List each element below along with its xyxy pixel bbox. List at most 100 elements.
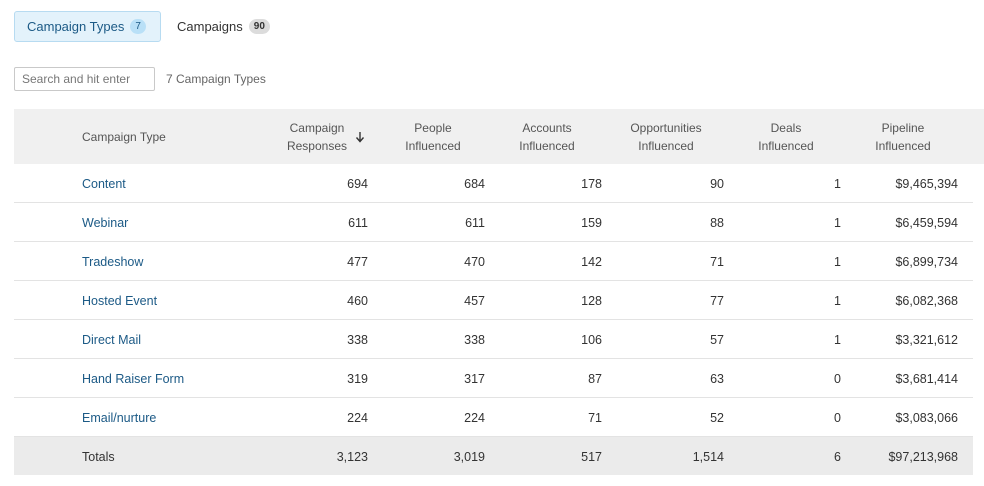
result-count: 7 Campaign Types <box>166 72 266 86</box>
cell-responses: 319 <box>347 371 368 386</box>
cell-accounts: 128 <box>581 293 602 308</box>
header-accounts-influenced[interactable]: Accounts Influenced <box>504 109 590 164</box>
header-people-influenced[interactable]: People Influenced <box>390 109 476 164</box>
cell-people: 470 <box>464 254 485 269</box>
cell-accounts: 142 <box>581 254 602 269</box>
cell-deals: 0 <box>834 371 841 386</box>
table-header: Campaign Type Campaign Responses People … <box>14 109 984 164</box>
cell-pipeline: $3,681,414 <box>895 371 958 386</box>
cell-pipeline: $6,459,594 <box>895 215 958 230</box>
cell-deals: 1 <box>834 332 841 347</box>
header-label: Accounts Influenced <box>519 119 574 155</box>
header-label: Pipeline Influenced <box>875 119 930 155</box>
header-line-2: Influenced <box>405 138 461 153</box>
cell-people: 457 <box>464 293 485 308</box>
cell-accounts: 106 <box>581 332 602 347</box>
campaign-types-table: Campaign Type Campaign Responses People … <box>14 109 984 475</box>
header-line-1: Opportunities <box>630 120 702 135</box>
cell-people: 611 <box>465 215 485 230</box>
header-label: Deals Influenced <box>758 119 813 155</box>
campaign-type-link[interactable]: Tradeshow <box>82 242 143 281</box>
header-line-2: Influenced <box>638 138 694 153</box>
campaign-type-link[interactable]: Direct Mail <box>82 320 141 359</box>
totals-accounts: 517 <box>581 449 602 464</box>
cell-opportunities: 63 <box>710 371 724 386</box>
table-row: Direct Mail 338 338 106 57 1 $3,321,612 <box>14 320 973 359</box>
cell-responses: 477 <box>347 254 368 269</box>
tab-campaign-types[interactable]: Campaign Types 7 <box>14 11 161 42</box>
table-body: Content 694 684 178 90 1 $9,465,394 Webinar 611 6… <box>14 164 984 437</box>
totals-deals: 6 <box>834 449 841 464</box>
tab-count-badge: 7 <box>130 19 146 34</box>
header-line-1: Accounts <box>522 120 572 135</box>
cell-people: 684 <box>464 176 485 191</box>
cell-opportunities: 71 <box>710 254 724 269</box>
cell-responses: 694 <box>347 176 368 191</box>
header-label: Campaign Responses <box>287 119 347 155</box>
cell-deals: 1 <box>834 215 841 230</box>
arrow-down-icon[interactable] <box>355 131 365 143</box>
totals-responses: 3,123 <box>336 449 368 464</box>
cell-accounts: 87 <box>588 371 602 386</box>
campaign-type-link[interactable]: Content <box>82 164 126 203</box>
tab-bar: Campaign Types 7 Campaigns 90 <box>14 11 282 42</box>
search-input[interactable] <box>14 67 155 91</box>
cell-pipeline: $3,321,612 <box>895 332 958 347</box>
tab-campaigns[interactable]: Campaigns 90 <box>165 11 282 42</box>
cell-opportunities: 88 <box>710 215 724 230</box>
header-line-1: People <box>414 120 452 135</box>
cell-people: 224 <box>464 410 485 425</box>
cell-responses: 460 <box>347 293 368 308</box>
cell-deals: 1 <box>834 254 841 269</box>
header-line-2: Influenced <box>519 138 575 153</box>
cell-accounts: 159 <box>581 215 602 230</box>
cell-pipeline: $3,083,066 <box>895 410 958 425</box>
tab-label: Campaign Types <box>27 19 125 34</box>
cell-people: 317 <box>464 371 485 386</box>
cell-pipeline: $6,082,368 <box>895 293 958 308</box>
header-line-1: Deals <box>770 120 802 135</box>
cell-people: 338 <box>464 332 485 347</box>
cell-accounts: 71 <box>588 410 602 425</box>
campaign-type-link[interactable]: Email/nurture <box>82 398 156 437</box>
header-line-1: Pipeline <box>881 120 925 135</box>
table-row: Tradeshow 477 470 142 71 1 $6,899,734 <box>14 242 973 281</box>
cell-opportunities: 90 <box>710 176 724 191</box>
header-line-2: Responses <box>286 138 348 153</box>
header-pipeline-influenced[interactable]: Pipeline Influenced <box>858 109 948 164</box>
cell-deals: 1 <box>834 293 841 308</box>
cell-responses: 338 <box>347 332 368 347</box>
totals-label: Totals <box>82 449 115 464</box>
totals-people: 3,019 <box>453 449 485 464</box>
table-row: Hosted Event 460 457 128 77 1 $6,082,368 <box>14 281 973 320</box>
totals-opportunities: 1,514 <box>692 449 724 464</box>
cell-opportunities: 57 <box>710 332 724 347</box>
header-label: Opportunities Influenced <box>630 119 701 155</box>
cell-pipeline: $9,465,394 <box>895 176 958 191</box>
header-label: People Influenced <box>405 119 460 155</box>
header-line-2: Influenced <box>875 138 931 153</box>
cell-opportunities: 77 <box>710 293 724 308</box>
cell-deals: 1 <box>834 176 841 191</box>
header-label: Campaign Type <box>82 129 166 144</box>
table-row: Email/nurture 224 224 71 52 0 $3,083,066 <box>14 398 973 437</box>
campaign-type-link[interactable]: Webinar <box>82 203 128 242</box>
header-opportunities-influenced[interactable]: Opportunities Influenced <box>620 109 712 164</box>
tab-label: Campaigns <box>177 19 243 34</box>
header-deals-influenced[interactable]: Deals Influenced <box>742 109 830 164</box>
table-row: Content 694 684 178 90 1 $9,465,394 <box>14 164 973 203</box>
totals-row: Totals 3,123 3,019 517 1,514 6 $97,213,9… <box>14 437 973 475</box>
campaign-type-link[interactable]: Hand Raiser Form <box>82 359 184 398</box>
totals-pipeline: $97,213,968 <box>888 449 958 464</box>
cell-accounts: 178 <box>581 176 602 191</box>
header-line-1: Campaign <box>289 120 345 135</box>
table-row: Hand Raiser Form 319 317 87 63 0 $3,681,414 <box>14 359 973 398</box>
header-campaign-type[interactable]: Campaign Type <box>82 109 166 164</box>
campaign-type-link[interactable]: Hosted Event <box>82 281 157 320</box>
search-row: 7 Campaign Types <box>14 67 266 91</box>
header-line-2: Influenced <box>758 138 814 153</box>
cell-responses: 611 <box>348 215 368 230</box>
cell-deals: 0 <box>834 410 841 425</box>
table-row: Webinar 611 611 159 88 1 $6,459,594 <box>14 203 973 242</box>
header-campaign-responses[interactable]: Campaign Responses <box>276 109 376 164</box>
